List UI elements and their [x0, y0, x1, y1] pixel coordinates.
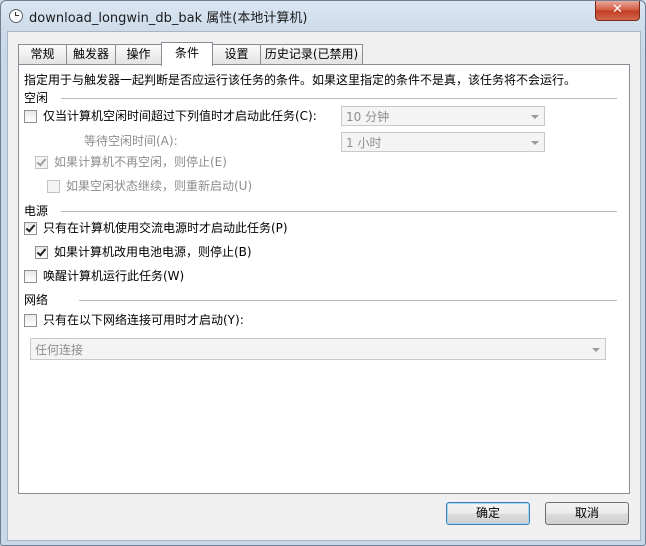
- restart-if-idle-checkbox[interactable]: [47, 180, 60, 193]
- restart-if-idle-label: 如果空闲状态继续，则重新启动(U): [66, 179, 253, 193]
- network-divider: [79, 300, 617, 301]
- conditions-panel: 指定用于与触发器一起判断是否应运行该任务的条件。如果这里指定的条件不是真，该任务…: [18, 64, 630, 494]
- clock-icon: [9, 9, 23, 23]
- chevron-down-icon: [592, 348, 600, 352]
- start-only-if-idle-label: 仅当计算机空闲时间超过下列值时才启动此任务(C):: [43, 109, 317, 123]
- idle-section-heading: 空闲: [24, 91, 49, 105]
- idle-duration-value: 10 分钟: [346, 110, 390, 124]
- wake-to-run-label: 唤醒计算机运行此任务(W): [43, 269, 185, 283]
- wake-to-run-checkbox[interactable]: [24, 270, 37, 283]
- idle-duration-select[interactable]: 10 分钟: [341, 106, 545, 126]
- chevron-down-icon: [531, 141, 539, 145]
- properties-dialog: download_longwin_db_bak 属性(本地计算机) ✕ 常规 触…: [0, 0, 646, 546]
- window-title: download_longwin_db_bak 属性(本地计算机): [29, 11, 308, 26]
- idle-divider: [61, 98, 617, 99]
- tab-actions[interactable]: 操作: [115, 44, 162, 64]
- wait-idle-value: 1 小时: [346, 136, 382, 150]
- network-section-heading: 网络: [24, 293, 49, 307]
- stop-if-not-idle-checkbox[interactable]: [35, 156, 48, 169]
- chevron-down-icon: [531, 115, 539, 119]
- network-only-label: 只有在以下网络连接可用时才启动(Y):: [43, 313, 244, 327]
- power-section-heading: 电源: [24, 204, 49, 218]
- ac-power-only-label: 只有在计算机使用交流电源时才启动此任务(P): [43, 221, 288, 235]
- start-only-if-idle-checkbox[interactable]: [24, 110, 37, 123]
- close-button[interactable]: ✕: [595, 1, 640, 21]
- network-connection-value: 任何连接: [35, 343, 84, 357]
- tab-general[interactable]: 常规: [18, 44, 67, 64]
- dialog-client: 常规 触发器 操作 条件 设置 历史记录(已禁用) 指定用于与触发器一起判断是否…: [7, 31, 641, 541]
- wait-idle-select[interactable]: 1 小时: [341, 132, 545, 152]
- stop-on-battery-label: 如果计算机改用电池电源，则停止(B): [54, 245, 252, 259]
- power-divider: [61, 211, 617, 212]
- tab-history[interactable]: 历史记录(已禁用): [260, 44, 363, 64]
- stop-on-battery-checkbox[interactable]: [35, 246, 48, 259]
- title-bar: download_longwin_db_bak 属性(本地计算机) ✕: [1, 1, 645, 31]
- conditions-description: 指定用于与触发器一起判断是否应运行该任务的条件。如果这里指定的条件不是真，该任务…: [24, 73, 577, 87]
- network-only-checkbox[interactable]: [24, 314, 37, 327]
- cancel-button[interactable]: 取消: [545, 502, 629, 525]
- ac-power-only-checkbox[interactable]: [24, 222, 37, 235]
- ok-button[interactable]: 确定: [446, 502, 530, 525]
- wait-idle-label: 等待空闲时间(A):: [84, 134, 178, 148]
- tab-conditions[interactable]: 条件: [161, 42, 213, 66]
- tab-settings[interactable]: 设置: [212, 44, 261, 64]
- stop-if-not-idle-label: 如果计算机不再空闲，则停止(E): [54, 155, 227, 169]
- network-connection-select[interactable]: 任何连接: [30, 338, 606, 360]
- tab-triggers[interactable]: 触发器: [66, 44, 116, 64]
